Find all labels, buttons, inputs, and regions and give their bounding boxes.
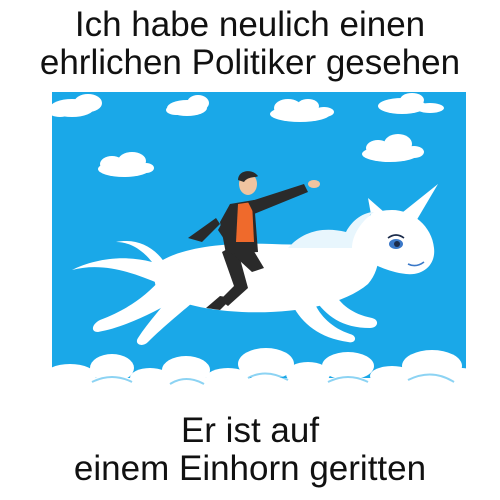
top-caption-line-1: Ich habe neulich einen (74, 5, 426, 44)
bottom-caption-line-1: Er ist auf (180, 411, 320, 450)
top-caption: Ich habe neulich einen ehrlichen Politik… (0, 6, 500, 82)
unicorn-rider-illustration (52, 92, 466, 404)
bottom-caption: Er ist auf einem Einhorn geritten (0, 412, 500, 488)
bottom-caption-line-2: einem Einhorn geritten (73, 449, 427, 488)
top-caption-line-2: ehrlichen Politiker gesehen (39, 43, 461, 82)
